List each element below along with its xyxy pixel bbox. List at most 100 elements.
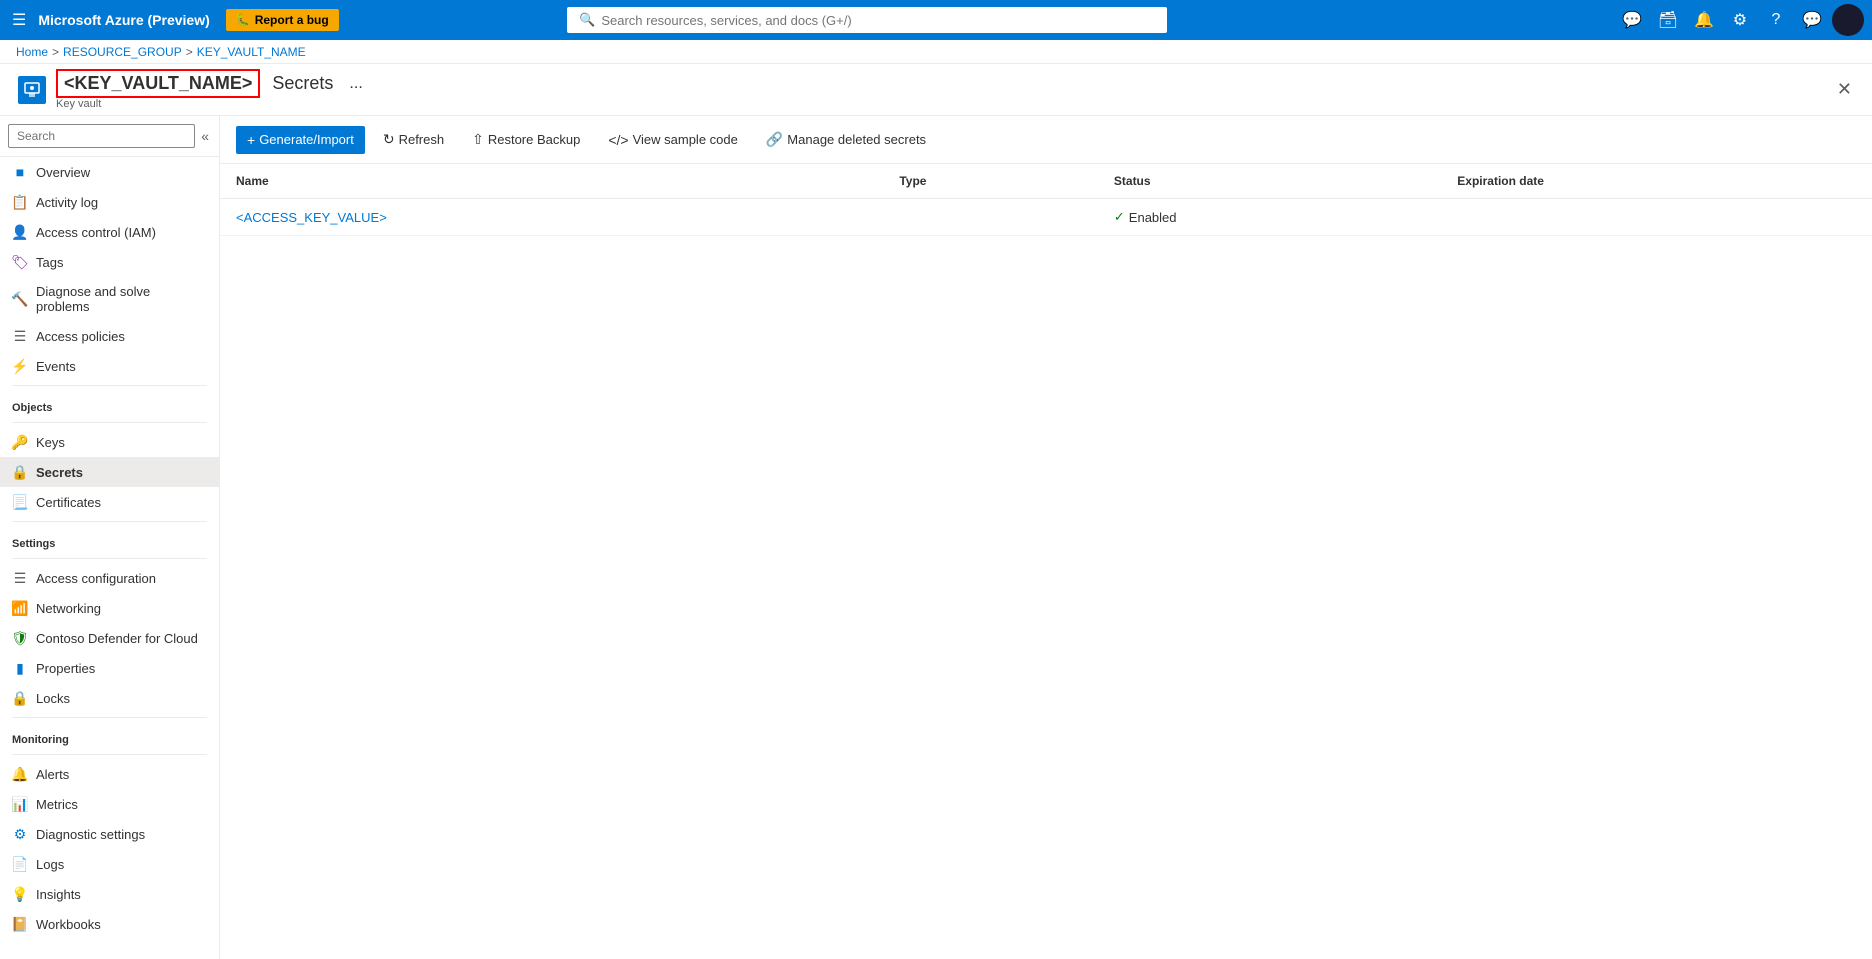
nav-icons: 💬 🗃 🔔 ⚙ ? 💬	[1616, 4, 1864, 36]
refresh-button[interactable]: ↻ Refresh	[373, 126, 454, 153]
report-bug-button[interactable]: 🐛 Report a bug	[226, 9, 339, 31]
global-search[interactable]: 🔍	[567, 7, 1167, 33]
sidebar-item-logs[interactable]: 📄 Logs	[0, 849, 219, 879]
sidebar-item-tags[interactable]: 🏷 Tags	[0, 247, 219, 277]
sidebar-item-access-control[interactable]: 👤 Access control (IAM)	[0, 217, 219, 247]
logs-icon: 📄	[12, 856, 28, 872]
sidebar-collapse-icon[interactable]: «	[199, 126, 211, 146]
col-expiration: Expiration date	[1441, 164, 1872, 199]
objects-section-label: Objects	[0, 390, 219, 418]
toolbar: + Generate/Import ↻ Refresh ⇧ Restore Ba…	[220, 116, 1872, 164]
secrets-icon: 🔒	[12, 464, 28, 480]
table-row[interactable]: <ACCESS_KEY_VALUE> ✓ Enabled	[220, 199, 1872, 236]
settings-section-label: Settings	[0, 526, 219, 554]
bug-icon: 🐛	[236, 13, 251, 27]
sidebar-item-metrics[interactable]: 📊 Metrics	[0, 789, 219, 819]
sidebar-item-locks[interactable]: 🔒 Locks	[0, 683, 219, 713]
sidebar-item-keys[interactable]: 🔑 Keys	[0, 427, 219, 457]
alerts-icon: 🔔	[12, 766, 28, 782]
content-area: + Generate/Import ↻ Refresh ⇧ Restore Ba…	[220, 116, 1872, 959]
sidebar-nav: ■ Overview 📋 Activity log 👤 Access contr…	[0, 157, 219, 959]
global-search-input[interactable]	[601, 13, 1155, 28]
metrics-icon: 📊	[12, 796, 28, 812]
secrets-table: Name Type Status Expiration date <ACCESS…	[220, 164, 1872, 236]
sidebar-item-insights[interactable]: 💡 Insights	[0, 879, 219, 909]
help-icon[interactable]: ?	[1760, 4, 1792, 36]
secret-status-cell: ✓ Enabled	[1098, 199, 1441, 236]
refresh-icon: ↻	[383, 131, 395, 148]
certificates-icon: 📃	[12, 494, 28, 510]
properties-icon: ▮	[12, 660, 28, 676]
sidebar-divider-5	[12, 717, 207, 718]
manage-deleted-secrets-button[interactable]: 🔗 Manage deleted secrets	[756, 126, 936, 153]
tags-icon: 🏷	[12, 254, 28, 270]
sidebar-item-access-config[interactable]: ☰ Access configuration	[0, 563, 219, 593]
diagnostic-icon: ⚙	[12, 826, 28, 842]
directory-icon[interactable]: 🗃	[1652, 4, 1684, 36]
sidebar-search-input[interactable]	[8, 124, 195, 148]
secret-expiration-cell	[1441, 199, 1872, 236]
breadcrumb-resource-group[interactable]: RESOURCE_GROUP	[63, 45, 182, 59]
close-button[interactable]: ✕	[1833, 75, 1856, 104]
sidebar-item-secrets[interactable]: 🔒 Secrets	[0, 457, 219, 487]
access-control-icon: 👤	[12, 224, 28, 240]
page-subtitle: Secrets	[272, 73, 333, 94]
view-sample-code-button[interactable]: </> View sample code	[598, 127, 748, 153]
secrets-table-area: Name Type Status Expiration date <ACCESS…	[220, 164, 1872, 959]
generate-import-button[interactable]: + Generate/Import	[236, 126, 365, 154]
keys-icon: 🔑	[12, 434, 28, 450]
breadcrumb-home[interactable]: Home	[16, 45, 48, 59]
link-icon: 🔗	[766, 131, 783, 148]
sidebar-item-properties[interactable]: ▮ Properties	[0, 653, 219, 683]
secret-name-cell[interactable]: <ACCESS_KEY_VALUE>	[220, 199, 883, 236]
col-type: Type	[883, 164, 1098, 199]
secret-type-cell	[883, 199, 1098, 236]
page-title-section: <KEY_VAULT_NAME> Secrets ... Key vault	[56, 69, 371, 110]
page-header: <KEY_VAULT_NAME> Secrets ... Key vault ✕	[0, 64, 1872, 116]
sidebar-item-certificates[interactable]: 📃 Certificates	[0, 487, 219, 517]
top-nav: ☰ Microsoft Azure (Preview) 🐛 Report a b…	[0, 0, 1872, 40]
access-config-icon: ☰	[12, 570, 28, 586]
breadcrumb-key-vault[interactable]: KEY_VAULT_NAME	[197, 45, 306, 59]
sidebar-item-defender[interactable]: 🛡 Contoso Defender for Cloud	[0, 623, 219, 653]
sidebar-item-events[interactable]: ⚡ Events	[0, 351, 219, 381]
restore-backup-button[interactable]: ⇧ Restore Backup	[462, 126, 590, 153]
sidebar: « ■ Overview 📋 Activity log 👤 Access con…	[0, 116, 220, 959]
upload-icon: ⇧	[472, 131, 484, 148]
status-enabled: ✓ Enabled	[1114, 209, 1425, 225]
key-vault-icon	[18, 76, 46, 104]
insights-icon: 💡	[12, 886, 28, 902]
sidebar-divider-3	[12, 521, 207, 522]
hamburger-menu[interactable]: ☰	[8, 6, 30, 34]
sidebar-item-activity-log[interactable]: 📋 Activity log	[0, 187, 219, 217]
sidebar-item-diagnose[interactable]: 🔨 Diagnose and solve problems	[0, 277, 219, 321]
feedback-icon[interactable]: 💬	[1616, 4, 1648, 36]
monitoring-section-label: Monitoring	[0, 722, 219, 750]
sidebar-item-alerts[interactable]: 🔔 Alerts	[0, 759, 219, 789]
sidebar-search-container: «	[0, 116, 219, 157]
sidebar-item-workbooks[interactable]: 📔 Workbooks	[0, 909, 219, 939]
sidebar-divider-2	[12, 422, 207, 423]
activity-log-icon: 📋	[12, 194, 28, 210]
feedback2-icon[interactable]: 💬	[1796, 4, 1828, 36]
sidebar-item-access-policies[interactable]: ☰ Access policies	[0, 321, 219, 351]
sidebar-divider-6	[12, 754, 207, 755]
sidebar-item-networking[interactable]: 📶 Networking	[0, 593, 219, 623]
settings-icon[interactable]: ⚙	[1724, 4, 1756, 36]
more-options-button[interactable]: ...	[341, 71, 370, 97]
notifications-icon[interactable]: 🔔	[1688, 4, 1720, 36]
main-layout: « ■ Overview 📋 Activity log 👤 Access con…	[0, 116, 1872, 959]
sidebar-item-diagnostic[interactable]: ⚙ Diagnostic settings	[0, 819, 219, 849]
locks-icon: 🔒	[12, 690, 28, 706]
app-title: Microsoft Azure (Preview)	[38, 12, 209, 28]
resource-icon	[16, 74, 48, 106]
networking-icon: 📶	[12, 600, 28, 616]
user-avatar[interactable]	[1832, 4, 1864, 36]
sidebar-item-overview[interactable]: ■ Overview	[0, 157, 219, 187]
events-icon: ⚡	[12, 358, 28, 374]
workbooks-icon: 📔	[12, 916, 28, 932]
vault-name[interactable]: <KEY_VAULT_NAME>	[56, 69, 260, 98]
breadcrumb: Home > RESOURCE_GROUP > KEY_VAULT_NAME	[0, 40, 1872, 64]
search-icon: 🔍	[579, 12, 595, 28]
sidebar-divider-4	[12, 558, 207, 559]
